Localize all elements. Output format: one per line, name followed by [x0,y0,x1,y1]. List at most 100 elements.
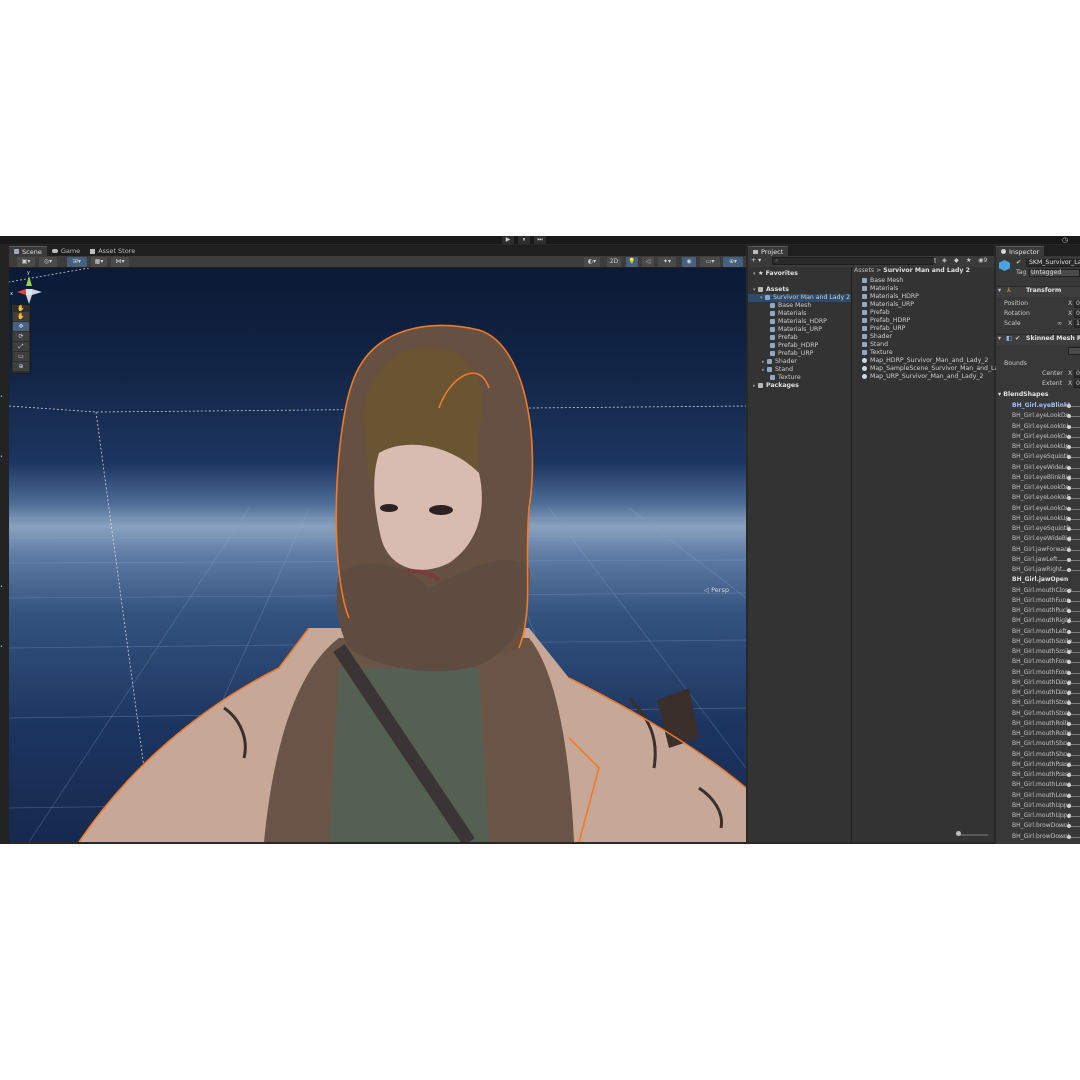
blendshape-slider-handle[interactable] [1067,650,1071,654]
tree-item[interactable]: Prefab_HDRP [770,342,818,350]
blendshape-slider-handle[interactable] [1067,752,1071,757]
tree-item[interactable]: ▸ Stand [762,366,793,374]
constrain-scale-icon[interactable]: ∞ [1057,320,1062,328]
tab-game[interactable]: Game [47,246,85,256]
blendshape-slider-handle[interactable] [1067,547,1071,552]
blendshape-slider-handle[interactable] [1067,834,1071,839]
mode-2d-button[interactable]: 2D [607,257,621,267]
file-item[interactable]: Materials_URP [862,301,914,309]
collapse-icon[interactable]: ▾ [998,287,1001,295]
blendshape-slider-handle[interactable] [1067,691,1071,695]
icon-size-slider[interactable] [958,834,988,836]
gizmos-dropdown[interactable]: ⊕▾ [723,257,743,267]
tree-item[interactable]: Materials [770,310,806,318]
effects-dropdown[interactable]: ✦▾ [658,257,676,267]
scene-file-item[interactable]: Map_SampleScene_Survivor_Man_and_Lad [862,365,1002,373]
blendshape-slider-handle[interactable] [1067,598,1071,603]
tree-item-package[interactable]: ▾ Survivor Man and Lady 2 [748,294,851,302]
active-checkbox[interactable]: ✔ [1016,259,1021,267]
blendshape-slider-handle[interactable] [1067,609,1071,613]
file-item[interactable]: Materials [862,285,898,293]
blendshape-slider-handle[interactable] [1067,721,1071,726]
blendshape-slider-handle[interactable] [1067,516,1071,521]
move-tool[interactable]: ✥ [13,322,29,331]
blendshape-slider-handle[interactable] [1067,629,1071,634]
history-icon[interactable]: ◷ [1062,236,1070,244]
tag-icon[interactable]: ◆ [954,257,959,265]
blendshape-slider-handle[interactable] [1067,465,1071,470]
camera-dropdown[interactable]: ▭▾ [700,257,720,267]
scene-file-item[interactable]: Map_HDRP_Survivor_Man_and_Lady_2 [862,357,988,365]
file-item[interactable]: Materials_HDRP [862,293,919,301]
tree-item[interactable]: Texture [770,374,801,382]
favorites-item[interactable]: ▾ ★ Favorites [753,270,798,278]
orientation-gizmo[interactable]: y x [9,268,49,318]
grid-dropdown[interactable]: ▦▾ [91,257,107,267]
lighting-icon[interactable]: 💡 [626,257,638,267]
tab-inspector[interactable]: Inspector [996,246,1045,256]
blendshape-slider-handle[interactable] [1067,711,1071,716]
star-icon[interactable]: ★ [966,257,972,265]
scene-file-item[interactable]: Map_URP_Survivor_Man_and_Lady_2 [862,373,983,381]
create-dropdown[interactable]: + ▾ [751,257,761,265]
scene-viewport[interactable]: ✋ ✋ ✥ ⟳ ⤢ ▭ ⊕ y x ◁ Persp [9,268,746,842]
file-item[interactable]: Prefab [862,309,890,317]
blendshape-slider-handle[interactable] [1067,557,1071,562]
file-item[interactable]: Base Mesh [862,277,903,285]
blendshape-slider-handle[interactable] [1067,445,1071,449]
blendshapes-foldout[interactable]: ▾ BlendShapes [998,391,1048,399]
draw-mode-dropdown[interactable]: ▣▾ [17,257,35,267]
global-toggle[interactable]: ⊞▾ [67,257,87,267]
tab-asset-store[interactable]: Asset Store [85,246,140,256]
blendshape-slider-handle[interactable] [1067,773,1071,777]
file-item[interactable]: Prefab_HDRP [862,317,910,325]
edit-bounds-button[interactable] [1068,347,1080,355]
shading-dropdown[interactable]: ◐▾ [584,257,600,267]
file-item[interactable]: Stand [862,341,888,349]
audio-icon[interactable]: ◁ [642,257,654,267]
tree-item[interactable]: Materials_HDRP [770,318,827,326]
snap-dropdown[interactable]: ⋈▾ [111,257,129,267]
scale-tool[interactable]: ⤢ [13,342,29,351]
breadcrumb-current[interactable]: Survivor Man and Lady 2 [883,267,970,274]
blendshape-slider-handle[interactable] [1067,670,1071,675]
blendshape-slider-handle[interactable] [1067,404,1071,408]
tab-scene[interactable]: Scene [9,246,47,256]
blendshape-slider-handle[interactable] [1067,639,1071,644]
tree-item-packages[interactable]: ▸ Packages [753,382,799,390]
play-button[interactable]: ▶ [502,236,514,244]
tree-item[interactable]: Prefab_URP [770,350,813,358]
project-search-input[interactable]: ⌕ [772,257,934,265]
blendshape-slider-handle[interactable] [1067,588,1071,593]
tree-item[interactable]: Base Mesh [770,302,811,310]
visibility-icon[interactable]: ◉ [682,257,696,267]
tree-item-assets[interactable]: ▾ Assets [753,286,789,294]
blendshape-slider-handle[interactable] [1067,475,1071,480]
blendshape-slider-handle[interactable] [1067,762,1071,767]
blendshape-slider-handle[interactable] [1067,680,1071,685]
hidden-count-icon[interactable]: ◉9 [978,257,987,265]
blendshape-slider-handle[interactable] [1067,793,1071,798]
tree-item[interactable]: Materials_URP [770,326,822,334]
rotate-tool[interactable]: ⟳ [13,332,29,341]
blendshape-slider-handle[interactable] [1067,814,1071,818]
file-item[interactable]: Shader [862,333,892,341]
pivot-dropdown[interactable]: ◎▾ [39,257,57,267]
pause-button[interactable]: ⏸ [518,236,530,244]
label-icon[interactable]: ◈ [942,257,947,265]
blendshape-slider-handle[interactable] [1067,527,1071,531]
tree-item[interactable]: ▸ Shader [762,358,797,366]
file-item[interactable]: Texture [862,349,893,357]
transform-tool[interactable]: ⊕ [13,362,29,371]
rect-tool[interactable]: ▭ [13,352,29,361]
icon-size-slider-handle[interactable] [956,831,961,836]
tree-item[interactable]: Prefab [770,334,798,342]
blendshape-slider-handle[interactable] [1067,486,1071,490]
blendshape-slider-handle[interactable] [1067,506,1071,511]
file-item[interactable]: Prefab_URP [862,325,905,333]
component-enabled-checkbox[interactable]: ✔ [1015,335,1020,343]
camera-projection-label[interactable]: ◁ Persp [704,586,729,594]
blendshape-slider-handle[interactable] [1067,803,1071,808]
blendshape-slider-handle[interactable] [1067,732,1071,736]
breadcrumb-root[interactable]: Assets [854,267,874,274]
